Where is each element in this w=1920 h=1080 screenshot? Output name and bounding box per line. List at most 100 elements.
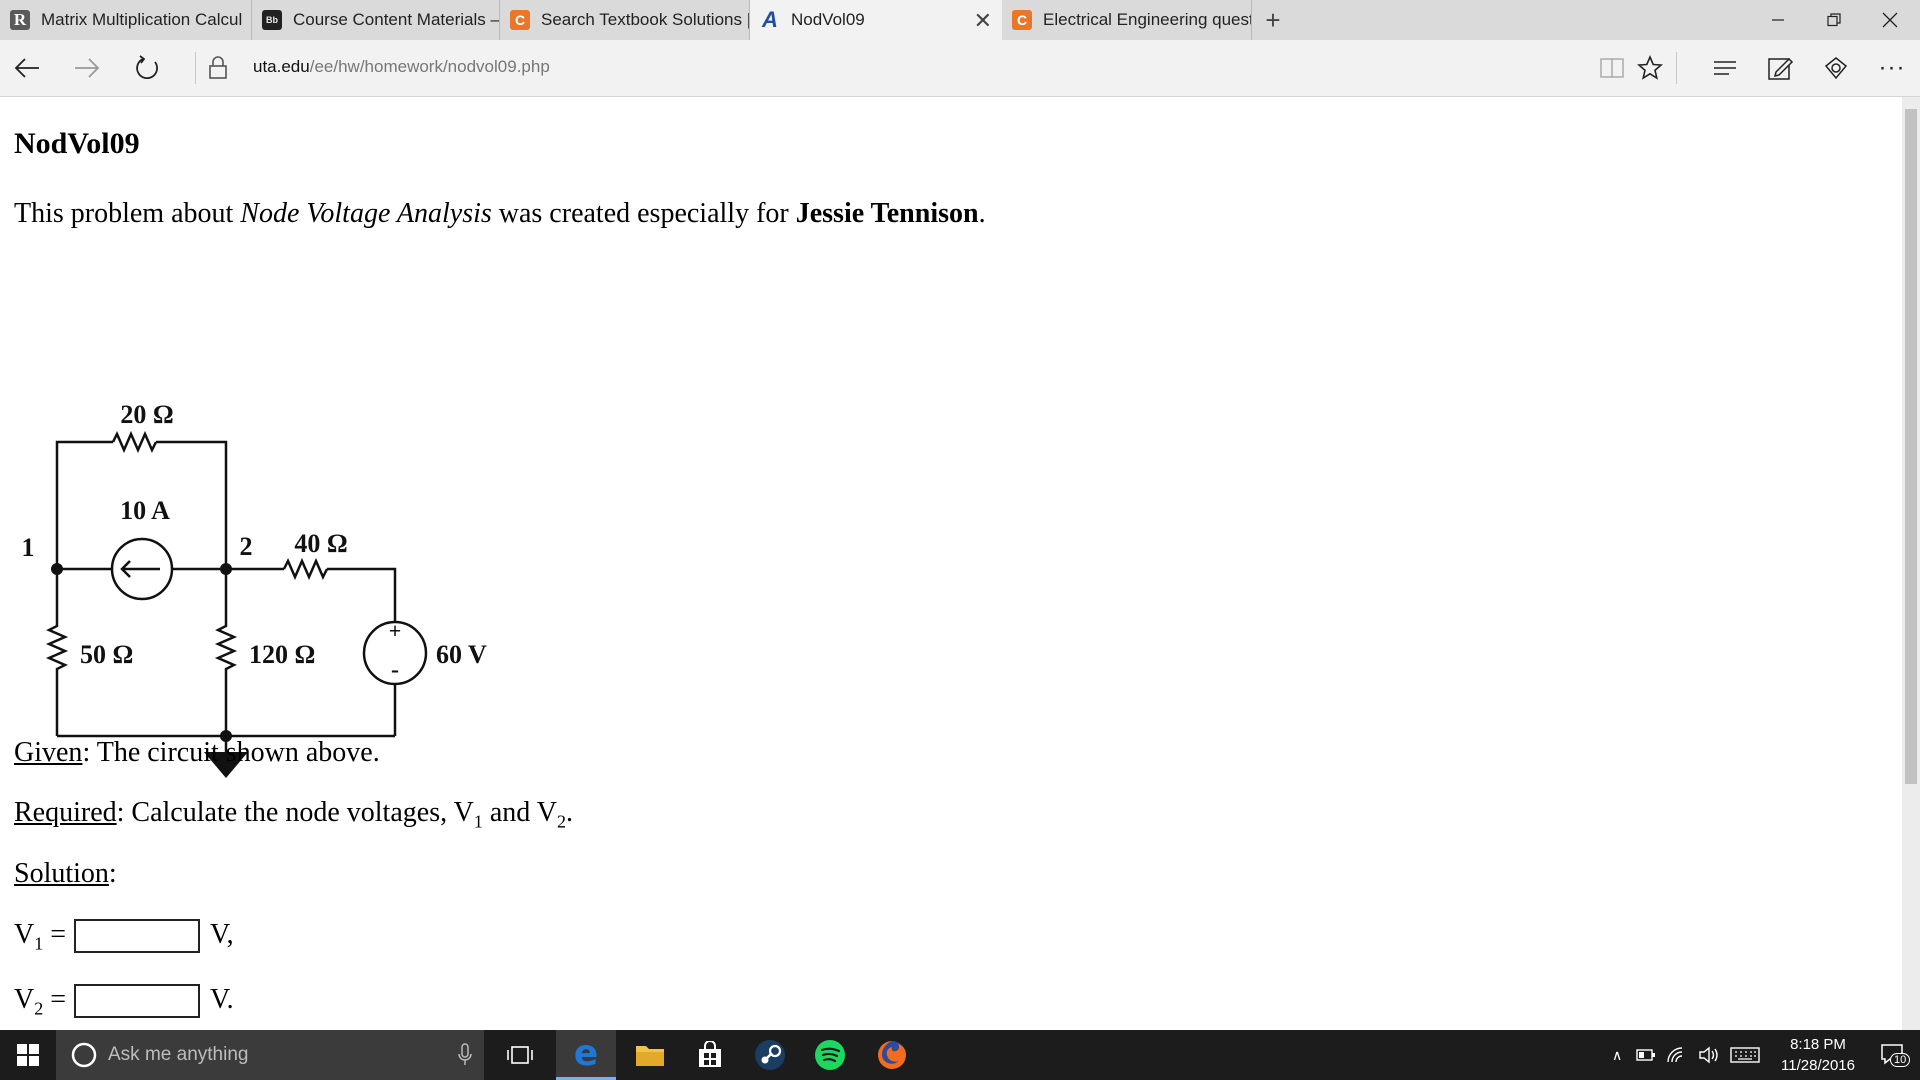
cortana-icon	[71, 1042, 97, 1068]
given-line: Given: The circuit shown above.	[14, 737, 380, 769]
tab-title: Matrix Multiplication Calcul	[41, 10, 243, 29]
close-window-button[interactable]	[1862, 0, 1918, 40]
start-button[interactable]	[0, 1030, 56, 1080]
wire	[327, 567, 397, 622]
address-bar[interactable]: uta.edu/ee/hw/homework/nodvol09.php	[253, 57, 550, 77]
equals-sign: =	[43, 919, 67, 950]
student-name: Jessie Tennison	[795, 198, 979, 229]
scrollbar-thumb[interactable]	[1905, 109, 1917, 784]
back-button[interactable]	[7, 48, 47, 88]
tab-title: Electrical Engineering quest	[1043, 10, 1252, 29]
chevron-up-icon[interactable]: ∧	[1612, 1047, 1622, 1064]
tab-search-textbook[interactable]: C Search Textbook Solutions |	[500, 0, 750, 40]
r-favicon-icon: R	[10, 10, 30, 30]
more-button[interactable]: ···	[1872, 48, 1912, 88]
task-view-button[interactable]	[496, 1030, 544, 1080]
reading-view-button[interactable]	[1592, 48, 1632, 88]
lock-button[interactable]	[198, 48, 238, 88]
clock-date: 11/28/2016	[1781, 1057, 1855, 1074]
new-tab-button[interactable]: +	[1252, 0, 1294, 40]
share-button[interactable]	[1816, 48, 1856, 88]
forward-arrow-icon	[75, 58, 100, 78]
favorite-button[interactable]	[1630, 48, 1670, 88]
steam-button[interactable]	[740, 1030, 800, 1080]
v2-answer-input[interactable]	[74, 984, 200, 1018]
chegg-favicon-icon: C	[1012, 10, 1032, 30]
clock[interactable]: 8:18 PM 11/28/2016	[1768, 1030, 1868, 1080]
v1-answer-input[interactable]	[74, 919, 200, 953]
system-tray: ∧	[1612, 1030, 1760, 1080]
wifi-icon[interactable]	[1666, 1046, 1688, 1064]
action-center-button[interactable]: 10	[1868, 1030, 1918, 1080]
toolbar-divider	[195, 52, 196, 84]
windows-logo-icon	[17, 1044, 39, 1066]
restore-icon	[1827, 13, 1841, 27]
label-r-top: 20 Ω	[120, 400, 173, 429]
url-path: /ee/hw/homework/nodvol09.php	[309, 57, 550, 76]
required-text: and V	[482, 797, 557, 828]
browser-toolbar: uta.edu/ee/hw/homework/nodvol09.php ···	[0, 40, 1920, 97]
volume-icon[interactable]	[1698, 1046, 1720, 1064]
page-title: NodVol09	[14, 127, 140, 160]
v1-unit: V,	[210, 919, 234, 950]
file-explorer-button[interactable]	[620, 1030, 680, 1080]
label-voltage-source: 60 V	[436, 640, 487, 669]
folder-icon	[636, 1046, 664, 1066]
v2-label: V	[14, 984, 35, 1015]
node-dot	[51, 563, 63, 575]
wire	[55, 440, 113, 569]
tab-strip: R Matrix Multiplication Calcul Bb Course…	[0, 0, 1920, 40]
blackboard-favicon-icon: Bb	[262, 10, 282, 30]
cortana-search-box[interactable]: Ask me anything	[56, 1030, 484, 1080]
spotify-button[interactable]	[800, 1030, 860, 1080]
tab-nodvol09[interactable]: A NodVol09 ✕	[750, 0, 1002, 40]
refresh-icon	[136, 55, 158, 79]
v2-unit: V.	[210, 984, 234, 1015]
hub-icon	[1714, 61, 1736, 75]
tab-title: Course Content Materials –	[293, 10, 500, 29]
microphone-icon[interactable]	[458, 1043, 472, 1067]
edge-taskbar-button[interactable]: e	[556, 1030, 616, 1080]
battery-icon[interactable]	[1636, 1048, 1656, 1062]
reading-view-icon	[1600, 58, 1624, 78]
close-icon	[1882, 12, 1898, 28]
subscript: 2	[34, 998, 44, 1019]
web-note-button[interactable]	[1760, 48, 1800, 88]
task-view-icon	[507, 1046, 533, 1064]
minimize-icon	[1772, 19, 1784, 21]
lock-icon	[209, 56, 227, 79]
resistor-120	[214, 569, 238, 736]
tab-course-content[interactable]: Bb Course Content Materials –	[252, 0, 500, 40]
notification-icon: 10	[1880, 1043, 1911, 1067]
forward-button[interactable]	[67, 48, 107, 88]
required-line: Required: Calculate the node voltages, V…	[14, 797, 573, 833]
vertical-scrollbar[interactable]	[1902, 97, 1920, 1030]
close-tab-icon[interactable]: ✕	[974, 8, 992, 34]
tab-matrix-multiplication[interactable]: R Matrix Multiplication Calcul	[0, 0, 252, 40]
restore-button[interactable]	[1806, 0, 1862, 40]
solution-colon: :	[108, 858, 117, 889]
node-dot	[220, 563, 232, 575]
firefox-button[interactable]	[862, 1030, 922, 1080]
minimize-button[interactable]	[1750, 0, 1806, 40]
label-plus: +	[389, 618, 402, 643]
required-text: .	[565, 797, 573, 828]
tab-title: Search Textbook Solutions |	[541, 10, 750, 29]
share-icon	[1824, 57, 1848, 80]
tab-electrical-engineering[interactable]: C Electrical Engineering quest	[1002, 0, 1252, 40]
label-r-left: 50 Ω	[80, 640, 133, 669]
hub-button[interactable]	[1705, 48, 1745, 88]
current-arrow	[120, 560, 160, 578]
label-r-mid: 40 Ω	[294, 529, 347, 558]
tab-title: NodVol09	[791, 10, 865, 29]
intro-topic: Node Voltage Analysis	[240, 198, 492, 229]
refresh-button[interactable]	[128, 48, 168, 88]
toolbar-divider	[1676, 52, 1677, 84]
given-text: : The circuit shown above.	[82, 737, 380, 768]
keyboard-icon[interactable]	[1730, 1046, 1760, 1064]
intro-text: This problem about	[14, 198, 241, 229]
solution-label: Solution	[14, 858, 109, 889]
circuit-diagram: 20 Ω 10 A 1 2 40 Ω 50 Ω 120 Ω 60 V + -	[22, 400, 487, 778]
intro-paragraph: This problem about Node Voltage Analysis…	[14, 198, 986, 230]
store-button[interactable]	[680, 1030, 740, 1080]
